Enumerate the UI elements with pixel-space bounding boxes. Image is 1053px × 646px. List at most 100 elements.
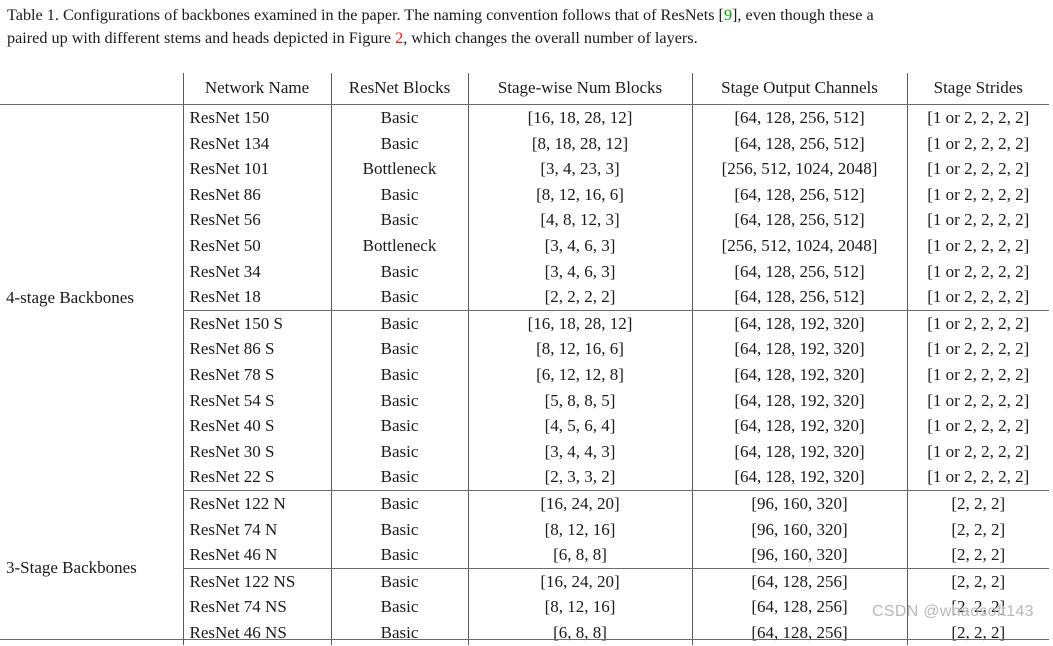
cell-network-name: ResNet 50: [182, 232, 331, 259]
cell-stage-strides: [1 or 2, 2, 2, 2]: [906, 232, 1049, 259]
cell-stage-strides: [1 or 2, 2, 2, 2]: [906, 156, 1049, 182]
cell-resnet-blocks: Basic: [330, 361, 468, 388]
table-caption: Table 1. Configurations of backbones exa…: [7, 4, 1053, 49]
cell-stage-output-channels: [64, 128, 192, 320]: [691, 310, 907, 337]
cell-stage-wise-num-blocks: [2, 2, 2, 2]: [467, 284, 692, 311]
group-label-cell: 4-stage Backbones: [6, 287, 134, 307]
cell-stage-wise-num-blocks: [16, 24, 20]: [467, 568, 692, 595]
cell-resnet-blocks: Bottleneck: [330, 232, 468, 259]
cell-resnet-blocks: Basic: [330, 490, 468, 517]
cell-stage-wise-num-blocks: [3, 4, 4, 3]: [467, 438, 692, 465]
cell-network-name: ResNet 122 N: [182, 490, 331, 517]
column-header-group: [0, 73, 183, 105]
cell-stage-wise-num-blocks: [6, 8, 8]: [467, 619, 692, 646]
cell-stage-output-channels: [96, 160, 320]: [691, 542, 907, 569]
cell-stage-output-channels: [64, 128, 256, 512]: [691, 258, 907, 285]
cell-stage-output-channels: [64, 128, 192, 320]: [691, 464, 907, 491]
cell-stage-output-channels: [64, 128, 256, 512]: [691, 130, 907, 157]
column-header-stage-wise-num-blocks: Stage-wise Num Blocks: [467, 73, 692, 105]
cell-stage-strides: [1 or 2, 2, 2, 2]: [906, 310, 1049, 337]
cell-network-name: ResNet 56: [182, 207, 331, 233]
cell-network-name: ResNet 34: [182, 258, 331, 285]
cell-network-name: ResNet 46 N: [182, 542, 331, 569]
cell-stage-strides: [1 or 2, 2, 2, 2]: [906, 130, 1049, 157]
cell-resnet-blocks: Basic: [330, 542, 468, 569]
cell-stage-wise-num-blocks: [4, 8, 12, 3]: [467, 207, 692, 233]
cell-resnet-blocks: Basic: [330, 258, 468, 285]
cell-resnet-blocks: Basic: [330, 207, 468, 233]
cell-stage-wise-num-blocks: [16, 18, 28, 12]: [467, 104, 692, 131]
cell-stage-strides: [1 or 2, 2, 2, 2]: [906, 207, 1049, 233]
cell-stage-strides: [2, 2, 2]: [906, 594, 1049, 620]
cell-stage-output-channels: [64, 128, 256]: [691, 594, 907, 620]
cell-resnet-blocks: Basic: [330, 310, 468, 337]
cell-stage-output-channels: [64, 128, 192, 320]: [691, 438, 907, 465]
cell-stage-output-channels: [64, 128, 192, 320]: [691, 387, 907, 414]
cell-network-name: ResNet 150 S: [182, 310, 331, 337]
cell-network-name: ResNet 150: [182, 104, 331, 131]
cell-stage-strides: [1 or 2, 2, 2, 2]: [906, 181, 1049, 208]
table-body: 4-stage Backbones ResNet 150 Basic [16, 18,…: [0, 104, 1049, 646]
cell-resnet-blocks: Basic: [330, 438, 468, 465]
cell-stage-strides: [2, 2, 2]: [906, 568, 1049, 595]
caption-line-2-text-a: paired up with different stems and heads…: [7, 28, 396, 47]
cell-network-name: ResNet 40 S: [182, 413, 331, 439]
cell-network-name: ResNet 86: [182, 181, 331, 208]
cell-network-name: ResNet 22 S: [182, 464, 331, 491]
table-header: Network Name ResNet Blocks Stage-wise Nu…: [0, 73, 1049, 105]
cell-stage-output-channels: [96, 160, 320]: [691, 490, 907, 517]
cell-stage-output-channels: [96, 160, 320]: [691, 516, 907, 543]
cell-stage-wise-num-blocks: [8, 18, 28, 12]: [467, 130, 692, 157]
cell-stage-strides: [1 or 2, 2, 2, 2]: [906, 387, 1049, 414]
cell-resnet-blocks: Bottleneck: [330, 156, 468, 182]
column-header-stage-strides: Stage Strides: [906, 73, 1049, 105]
cell-stage-output-channels: [256, 512, 1024, 2048]: [691, 156, 907, 182]
cell-network-name: ResNet 74 NS: [182, 594, 331, 620]
cell-stage-output-channels: [64, 128, 256, 512]: [691, 181, 907, 208]
cell-stage-output-channels: [64, 128, 192, 320]: [691, 361, 907, 388]
group-label-cell: 3-Stage Backbones: [6, 558, 137, 578]
table-bottom-rule: [0, 639, 1049, 640]
cell-stage-strides: [1 or 2, 2, 2, 2]: [906, 104, 1049, 131]
cell-network-name: ResNet 74 N: [182, 516, 331, 543]
configurations-table: Network Name ResNet Blocks Stage-wise Nu…: [0, 73, 1049, 646]
cell-stage-strides: [1 or 2, 2, 2, 2]: [906, 336, 1049, 362]
cell-network-name: ResNet 86 S: [182, 336, 331, 362]
figure-ref-2[interactable]: 2: [395, 29, 403, 47]
cell-stage-wise-num-blocks: [2, 3, 3, 2]: [467, 464, 692, 491]
citation-ref-9[interactable]: 9: [724, 6, 732, 24]
cell-resnet-blocks: Basic: [330, 336, 468, 362]
cell-stage-wise-num-blocks: [4, 5, 6, 4]: [467, 413, 692, 439]
cell-stage-wise-num-blocks: [8, 12, 16]: [467, 594, 692, 620]
cell-stage-strides: [1 or 2, 2, 2, 2]: [906, 284, 1049, 311]
cell-stage-output-channels: [64, 128, 192, 320]: [691, 336, 907, 362]
caption-line-2-text-b: , which changes the overall number of la…: [403, 28, 698, 47]
column-header-resnet-blocks: ResNet Blocks: [330, 73, 468, 105]
cell-stage-wise-num-blocks: [8, 12, 16, 6]: [467, 181, 692, 208]
caption-line-1-text-a: Table 1. Configurations of backbones exa…: [7, 6, 724, 24]
cell-stage-wise-num-blocks: [6, 8, 8]: [467, 542, 692, 569]
cell-resnet-blocks: Basic: [330, 464, 468, 491]
column-header-network-name: Network Name: [182, 73, 331, 105]
cell-stage-strides: [2, 2, 2]: [906, 516, 1049, 543]
cell-network-name: ResNet 18: [182, 284, 331, 311]
cell-resnet-blocks: Basic: [330, 387, 468, 414]
paper-page: Table 1. Configurations of backbones exa…: [0, 0, 1053, 646]
cell-stage-output-channels: [64, 128, 192, 320]: [691, 413, 907, 439]
cell-stage-strides: [1 or 2, 2, 2, 2]: [906, 258, 1049, 285]
cell-network-name: ResNet 122 NS: [182, 568, 331, 595]
cell-stage-strides: [2, 2, 2]: [906, 542, 1049, 569]
cell-network-name: ResNet 78 S: [182, 361, 331, 388]
configurations-table-container: Network Name ResNet Blocks Stage-wise Nu…: [0, 73, 1049, 646]
cell-stage-wise-num-blocks: [6, 12, 12, 8]: [467, 361, 692, 388]
cell-resnet-blocks: Basic: [330, 516, 468, 543]
cell-network-name: ResNet 30 S: [182, 438, 331, 465]
cell-stage-wise-num-blocks: [16, 18, 28, 12]: [467, 310, 692, 337]
cell-resnet-blocks: Basic: [330, 619, 468, 646]
caption-line-1: Table 1. Configurations of backbones exa…: [7, 4, 1053, 27]
cell-resnet-blocks: Basic: [330, 130, 468, 157]
cell-resnet-blocks: Basic: [330, 284, 468, 311]
cell-resnet-blocks: Basic: [330, 594, 468, 620]
cell-stage-output-channels: [64, 128, 256, 512]: [691, 104, 907, 131]
cell-resnet-blocks: Basic: [330, 104, 468, 131]
